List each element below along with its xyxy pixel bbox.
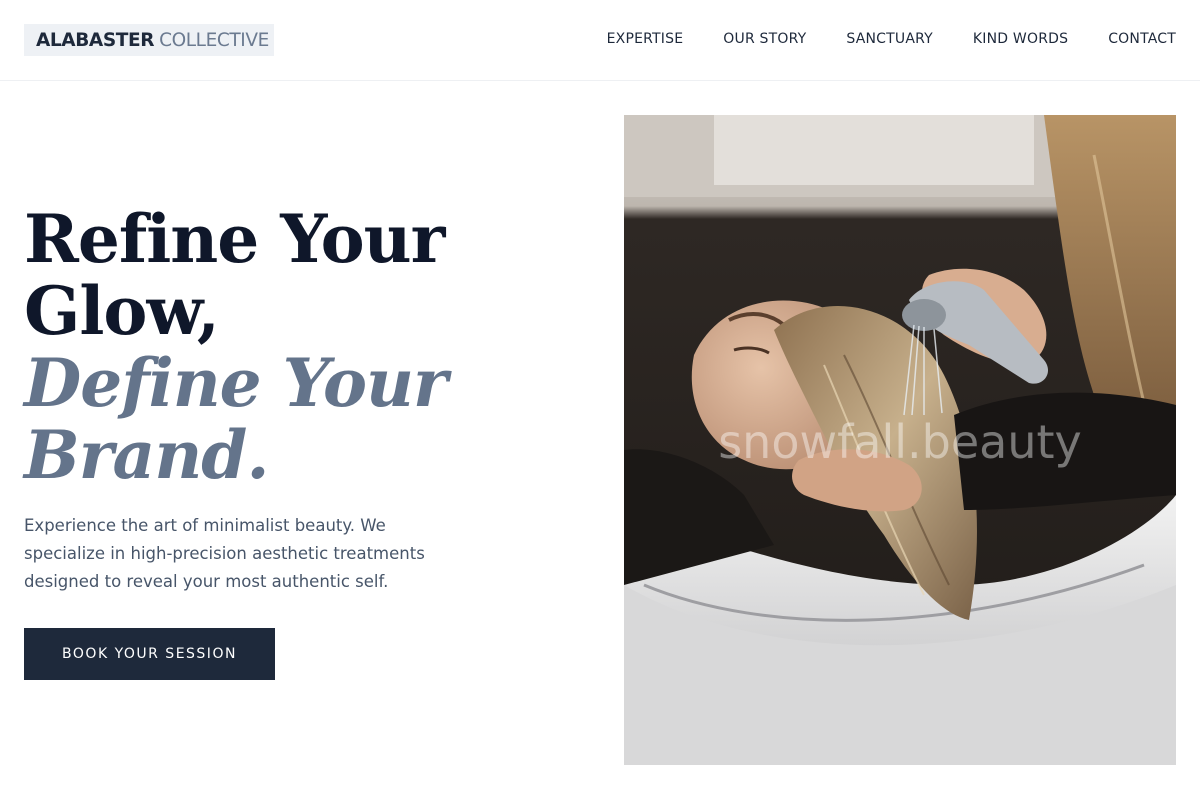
- brand-logo[interactable]: ALABASTER COLLECTIVE: [24, 24, 274, 56]
- book-session-button[interactable]: BOOK YOUR SESSION: [24, 628, 275, 680]
- nav-item-our-story[interactable]: OUR STORY: [723, 30, 806, 48]
- nav-item-kind-words[interactable]: KIND WORDS: [973, 30, 1068, 48]
- hero-image: snowfall.beauty: [624, 115, 1176, 765]
- hero-headline: Refine Your Glow, Define Your Brand.: [24, 203, 584, 491]
- site-header: ALABASTER COLLECTIVE EXPERTISE OUR STORY…: [0, 0, 1200, 81]
- main-nav: EXPERTISE OUR STORY SANCTUARY KIND WORDS…: [607, 30, 1176, 48]
- headline-line-4: Brand.: [24, 416, 269, 494]
- nav-item-sanctuary[interactable]: SANCTUARY: [846, 30, 933, 48]
- hero-image-watermark: snowfall.beauty: [718, 415, 1082, 469]
- headline-line-3: Define Your: [24, 344, 448, 422]
- hero-intro-text: Experience the art of minimalist beauty.…: [24, 516, 425, 591]
- brand-name-bold: ALABASTER: [36, 29, 155, 51]
- brand-name-light: COLLECTIVE: [159, 29, 269, 51]
- nav-item-contact[interactable]: CONTACT: [1108, 30, 1176, 48]
- headline-line-1: Refine Your: [24, 200, 445, 278]
- headline-line-2: Glow,: [24, 272, 220, 350]
- nav-item-expertise[interactable]: EXPERTISE: [607, 30, 684, 48]
